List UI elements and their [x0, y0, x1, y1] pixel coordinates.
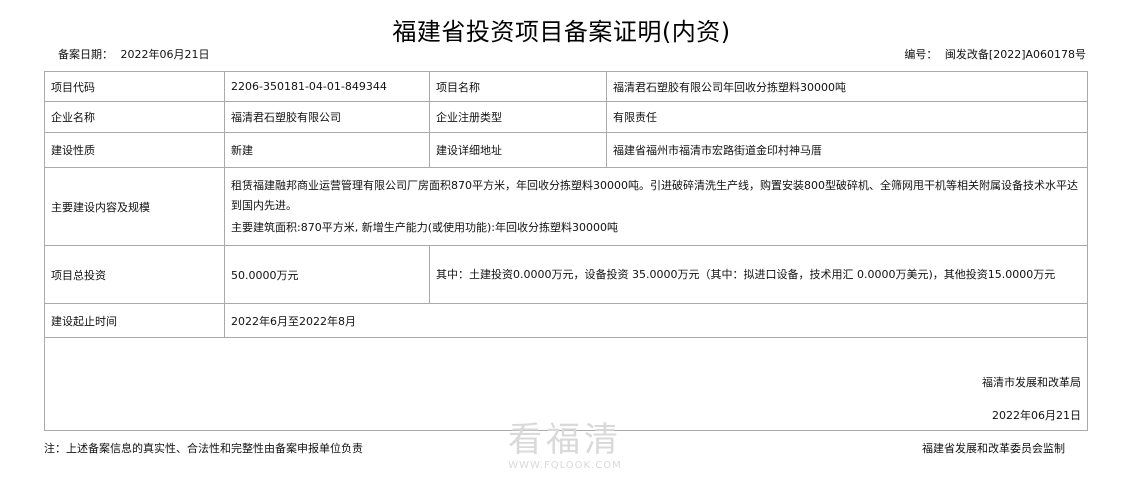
address-label: 建设详细地址 — [429, 132, 607, 168]
record-number: 编号： 闽发改备[2022]A060178号 — [904, 46, 1090, 62]
table-row: 项目总投资 50.0000万元 其中：土建投资0.0000万元，设备投资 35.… — [44, 245, 1088, 304]
document-title: 福建省投资项目备案证明(内资) — [392, 18, 731, 46]
record-number-value: 闽发改备[2022]A060178号 — [944, 48, 1086, 61]
period-value: 2022年6月至2022年8月 — [224, 303, 1088, 338]
investment-label: 项目总投资 — [44, 245, 225, 304]
investment-detail-value: 其中：土建投资0.0000万元，设备投资 35.0000万元（其中：拟进口设备，… — [429, 245, 1088, 304]
record-table: 项目代码 2206-350181-04-01-849344 项目名称 福清君石塑… — [44, 71, 1088, 431]
table-row: 福清市发展和改革局 2022年06月21日 — [44, 337, 1088, 431]
issue-date: 2022年06月21日 — [992, 409, 1081, 422]
company-name-value: 福清君石塑胶有限公司 — [224, 101, 430, 133]
address-value: 福建省福州市福清市宏路街道金印村神马厝 — [606, 132, 1088, 168]
record-date-value: 2022年06月21日 — [120, 48, 210, 61]
record-number-label: 编号： — [904, 48, 938, 61]
scope-text: 租赁福建融邦商业运营管理有限公司厂房面积870平方米，年回收分拣塑料30000吨… — [231, 178, 1078, 212]
project-code-label: 项目代码 — [44, 71, 225, 102]
investment-total-value: 50.0000万元 — [224, 245, 430, 304]
record-date-label: 备案日期： — [58, 48, 113, 61]
table-row: 建设性质 新建 建设详细地址 福建省福州市福清市宏路街道金印村神马厝 — [44, 132, 1088, 168]
nature-label: 建设性质 — [44, 132, 225, 168]
signature-cell: 福清市发展和改革局 2022年06月21日 — [44, 337, 1088, 431]
scope-label: 主要建设内容及规模 — [44, 167, 225, 246]
company-type-value: 有限责任 — [606, 101, 1088, 133]
project-name-label: 项目名称 — [429, 71, 607, 102]
disclaimer-note: 注：上述备案信息的真实性、合法性和完整性由备案申报单位负责 — [44, 442, 363, 455]
table-row: 主要建设内容及规模 租赁福建融邦商业运营管理有限公司厂房面积870平方米，年回收… — [44, 167, 1088, 246]
supervisor-note: 福建省发展和改革委员会监制 — [922, 442, 1065, 455]
company-name-label: 企业名称 — [44, 101, 225, 133]
nature-value: 新建 — [224, 132, 430, 168]
period-label: 建设起止时间 — [44, 303, 225, 338]
scope-cell: 租赁福建融邦商业运营管理有限公司厂房面积870平方米，年回收分拣塑料30000吨… — [224, 167, 1088, 246]
table-row: 企业名称 福清君石塑胶有限公司 企业注册类型 有限责任 — [44, 101, 1088, 133]
project-name-value: 福清君石塑胶有限公司年回收分拣塑料30000吨 — [606, 71, 1088, 102]
project-code-value: 2206-350181-04-01-849344 — [224, 71, 430, 102]
table-row: 项目代码 2206-350181-04-01-849344 项目名称 福清君石塑… — [44, 71, 1088, 102]
scope-capacity: 主要建筑面积:870平方米, 新增生产能力(或使用功能):年回收分拣塑料3000… — [231, 220, 618, 234]
record-date: 备案日期： 2022年06月21日 — [58, 46, 214, 62]
watermark-url: WWW.FQLOOK.COM — [508, 460, 622, 471]
issuing-authority: 福清市发展和改革局 — [982, 376, 1081, 389]
company-type-label: 企业注册类型 — [429, 101, 607, 133]
table-row: 建设起止时间 2022年6月至2022年8月 — [44, 303, 1088, 338]
